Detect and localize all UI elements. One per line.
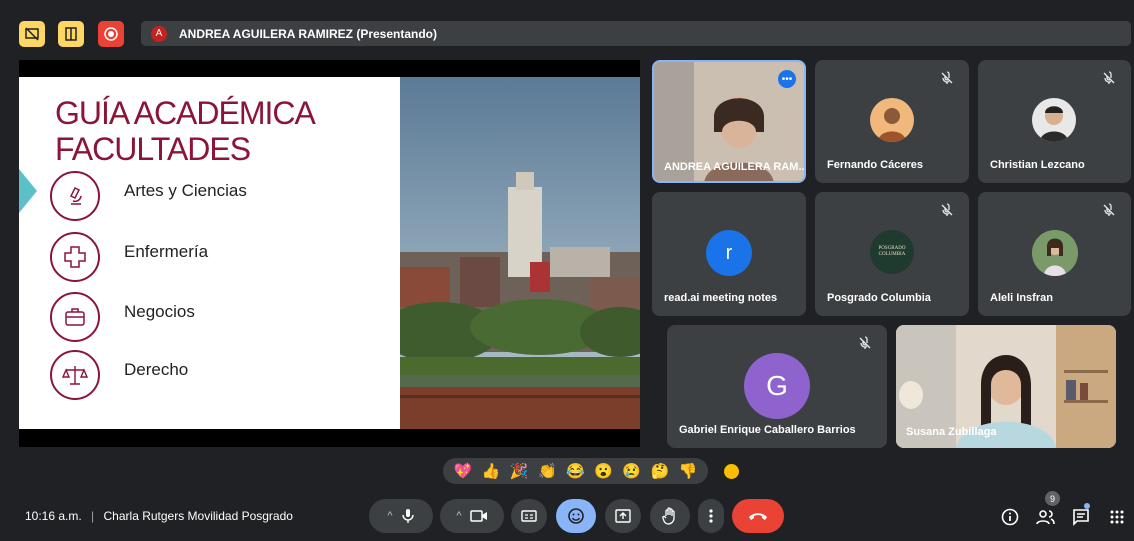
reaction-thumbs-down-button[interactable]: 👎 xyxy=(679,464,698,479)
participant-tile[interactable]: Aleli Insfran xyxy=(978,192,1131,316)
screen-off-icon[interactable] xyxy=(19,21,45,47)
participant-tile[interactable]: Fernando Cáceres xyxy=(815,60,969,183)
chat-icon[interactable] xyxy=(1070,506,1092,528)
participant-name: Aleli Insfran xyxy=(990,292,1053,304)
camera-control[interactable]: ^ xyxy=(440,499,504,533)
participant-tile[interactable]: Susana Zubillaga xyxy=(896,325,1116,448)
reaction-party-button[interactable]: 🎉 xyxy=(510,464,529,479)
clock-time: 10:16 a.m. xyxy=(25,509,82,523)
present-button[interactable] xyxy=(605,499,641,533)
reaction-heart-button[interactable]: 💖 xyxy=(454,464,473,479)
people-count-badge: 9 xyxy=(1045,491,1060,506)
activities-grid-icon[interactable] xyxy=(1106,506,1128,528)
faculty-label: Enfermería xyxy=(124,242,209,261)
emoji-button[interactable] xyxy=(556,499,596,533)
participant-tile[interactable]: Christian Lezcano xyxy=(978,60,1131,183)
participant-tile[interactable]: G Gabriel Enrique Caballero Barrios xyxy=(667,325,887,448)
leave-call-button[interactable] xyxy=(732,499,784,533)
hang-up-icon xyxy=(749,513,767,520)
faculty-item-arts: Artes y Ciencias xyxy=(50,171,247,221)
participant-avatar: G xyxy=(744,353,810,419)
chevron-up-icon[interactable]: ^ xyxy=(456,510,461,522)
participant-name: Christian Lezcano xyxy=(990,159,1085,171)
meeting-title: Charla Rutgers Movilidad Posgrado xyxy=(103,509,293,523)
hand-icon xyxy=(662,507,675,525)
layout-icon[interactable] xyxy=(58,21,84,47)
captions-button[interactable] xyxy=(511,499,547,533)
participant-avatar xyxy=(1032,98,1076,142)
participant-name: ANDREA AGUILERA RAM... xyxy=(664,161,806,173)
slide-accent-arrow xyxy=(19,169,37,213)
people-icon[interactable] xyxy=(1035,506,1057,528)
chevron-up-icon[interactable]: ^ xyxy=(387,510,392,522)
slide-letterbox-bottom xyxy=(19,429,640,447)
medical-cross-icon xyxy=(50,232,100,282)
participant-name: Susana Zubillaga xyxy=(906,426,997,438)
skin-tone-button[interactable] xyxy=(724,464,739,479)
more-vert-icon xyxy=(709,509,713,523)
campus-photo xyxy=(400,77,640,429)
participant-avatar: r xyxy=(706,230,752,276)
participant-name: read.ai meeting notes xyxy=(664,292,778,304)
reaction-thinking-button[interactable]: 🤔 xyxy=(650,464,669,479)
captions-icon xyxy=(521,510,537,522)
mic-off-icon xyxy=(941,203,953,216)
mic-off-icon xyxy=(859,336,871,349)
participant-tile[interactable]: POSGRADO COLUMBIA Posgrado Columbia xyxy=(815,192,969,316)
reaction-sad-button[interactable]: 😢 xyxy=(622,464,641,479)
faculty-item-law: Derecho xyxy=(50,350,188,400)
reaction-surprised-button[interactable]: 😮 xyxy=(594,464,613,479)
participant-avatar xyxy=(870,98,914,142)
presenter-label: ANDREA AGUILERA RAMIREZ (Presentando) xyxy=(179,26,438,41)
mic-off-icon xyxy=(941,71,953,84)
faculty-item-business: Negocios xyxy=(50,292,195,342)
participant-tile[interactable]: ••• ANDREA AGUILERA RAM... xyxy=(652,60,806,183)
microscope-icon xyxy=(50,171,100,221)
faculty-label: Derecho xyxy=(124,360,189,379)
info-icon[interactable] xyxy=(999,506,1021,528)
camera-icon[interactable] xyxy=(469,509,488,523)
faculty-label: Negocios xyxy=(124,302,195,321)
reaction-laugh-button[interactable]: 😂 xyxy=(566,464,585,479)
presentation-slide: GUÍA ACADÉMICA FACULTADES Artes y Cienci… xyxy=(19,77,640,429)
participant-name: Fernando Cáceres xyxy=(827,159,923,171)
participant-avatar xyxy=(1032,230,1078,276)
more-options-button[interactable] xyxy=(698,499,724,533)
slide-title: GUÍA ACADÉMICA FACULTADES xyxy=(55,95,316,167)
chat-notification-dot xyxy=(1084,503,1090,509)
participant-name: Posgrado Columbia xyxy=(827,292,931,304)
separator: | xyxy=(91,509,95,523)
mic-off-icon xyxy=(1103,71,1115,84)
emoji-icon xyxy=(568,508,584,524)
microphone-icon[interactable] xyxy=(401,508,415,524)
raise-hand-button[interactable] xyxy=(650,499,690,533)
faculty-item-nursing: Enfermería xyxy=(50,232,208,282)
microphone-control[interactable]: ^ xyxy=(369,499,433,533)
present-screen-icon xyxy=(615,509,631,523)
presenting-banner: A ANDREA AGUILERA RAMIREZ (Presentando) xyxy=(141,21,1131,46)
reaction-clap-button[interactable]: 👏 xyxy=(538,464,557,479)
participant-tile[interactable]: r read.ai meeting notes xyxy=(652,192,806,316)
meeting-info: 10:16 a.m. | Charla Rutgers Movilidad Po… xyxy=(25,509,293,523)
slide-letterbox-top xyxy=(19,60,640,77)
scales-icon xyxy=(50,350,100,400)
more-options-icon[interactable]: ••• xyxy=(778,70,796,88)
briefcase-icon xyxy=(50,292,100,342)
record-icon[interactable] xyxy=(98,21,124,47)
faculty-label: Artes y Ciencias xyxy=(124,181,247,200)
presenter-avatar: A xyxy=(151,25,167,42)
reaction-thumbs-up-button[interactable]: 👍 xyxy=(482,464,501,479)
participant-name: Gabriel Enrique Caballero Barrios xyxy=(679,424,856,436)
mic-off-icon xyxy=(1103,203,1115,216)
participant-avatar: POSGRADO COLUMBIA xyxy=(870,230,914,274)
reactions-bar: 💖 👍 🎉 👏 😂 😮 😢 🤔 👎 xyxy=(443,458,708,484)
